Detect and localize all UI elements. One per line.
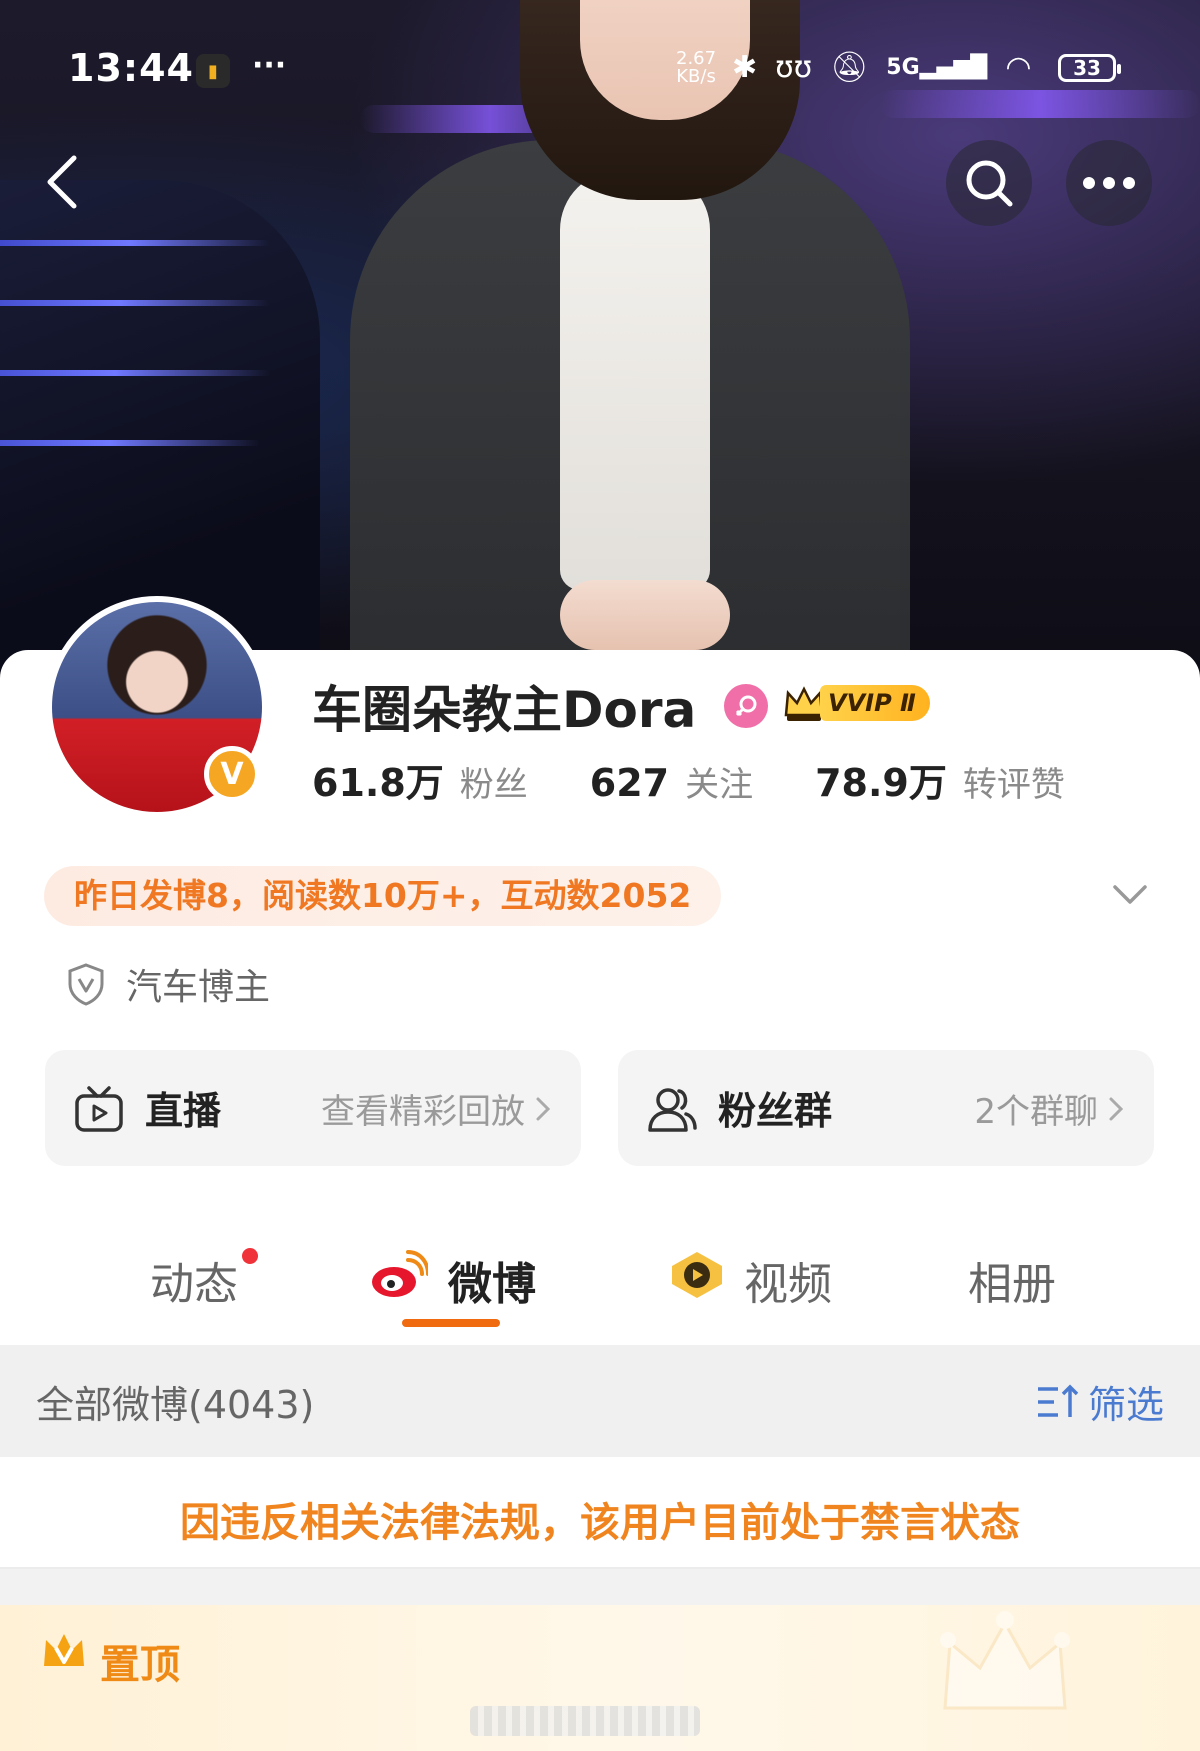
female-icon bbox=[724, 684, 768, 728]
person-hands bbox=[560, 580, 730, 650]
active-tab-indicator bbox=[402, 1319, 500, 1327]
battery-icon: 33 bbox=[1058, 54, 1121, 82]
stat-following[interactable]: 627 关注 bbox=[590, 757, 753, 806]
divider bbox=[0, 1569, 1200, 1605]
car-reflection bbox=[0, 440, 260, 446]
status-bar: 13:44 ▮ ··· 2.67 KB/s ✱ ʊʊ 🔕︎ 5G▂▄▆█ ◠ 3… bbox=[0, 40, 1200, 100]
verified-v-icon: V bbox=[204, 746, 260, 802]
unread-dot bbox=[242, 1248, 258, 1264]
stat-label: 关注 bbox=[685, 765, 754, 805]
stats-row: 61.8万 粉丝 627 关注 78.9万 转评赞 bbox=[312, 752, 1065, 807]
tab-video[interactable]: 视频 bbox=[744, 1248, 832, 1312]
crown-watermark-icon bbox=[940, 1611, 1070, 1710]
earbuds-icon: ʊʊ bbox=[775, 50, 813, 85]
fans-group-subtitle: 2个群聊 bbox=[974, 1092, 1098, 1132]
activity-summary: 昨日发博8，阅读数10万+，互动数2052 bbox=[44, 866, 722, 926]
chevron-right-icon bbox=[1109, 1097, 1124, 1121]
ban-notice: 因违反相关法律法规，该用户目前处于禁言状态 bbox=[180, 1500, 1020, 1546]
filter-icon bbox=[1038, 1384, 1079, 1417]
pinned-content-preview bbox=[470, 1706, 700, 1736]
car-reflection bbox=[0, 240, 270, 246]
car-reflection bbox=[0, 370, 270, 376]
vvip-badge[interactable]: VVIP Ⅱ bbox=[782, 680, 930, 726]
more-button[interactable] bbox=[1066, 140, 1152, 226]
car-reflection bbox=[0, 300, 270, 306]
bluetooth-icon: ✱ bbox=[732, 50, 758, 85]
back-button[interactable] bbox=[40, 150, 88, 214]
shield-v-icon bbox=[68, 963, 104, 1006]
more-icon bbox=[1083, 177, 1135, 189]
expand-button[interactable] bbox=[1112, 884, 1148, 906]
stat-number: 627 bbox=[589, 761, 670, 805]
chevron-down-icon bbox=[1113, 885, 1147, 904]
filter-label: 筛选 bbox=[1088, 1383, 1165, 1427]
app-notification-icon: ▮ bbox=[196, 54, 230, 88]
person-shirt bbox=[560, 170, 710, 590]
search-button[interactable] bbox=[946, 140, 1032, 226]
chevron-right-icon bbox=[536, 1097, 551, 1121]
pinned-label: 置顶 bbox=[100, 1642, 180, 1688]
stat-number: 78.9万 bbox=[815, 761, 947, 805]
video-icon bbox=[668, 1250, 726, 1304]
mute-icon: 🔕︎ bbox=[830, 50, 869, 85]
feed-section-title: 全部微博(4043) bbox=[36, 1383, 315, 1427]
group-icon bbox=[648, 1088, 697, 1132]
network-speed: 2.67 KB/s bbox=[676, 50, 716, 86]
tv-icon bbox=[75, 1086, 123, 1132]
pinned-crown-icon bbox=[44, 1634, 84, 1666]
speed-unit: KB/s bbox=[676, 66, 716, 87]
stat-fans[interactable]: 61.8万 粉丝 bbox=[312, 752, 528, 807]
search-icon bbox=[966, 160, 1013, 207]
profile-name: 车圈朵教主Dora bbox=[312, 681, 697, 739]
live-subtitle: 查看精彩回放 bbox=[321, 1092, 525, 1132]
stat-likes[interactable]: 78.9万 转评赞 bbox=[815, 752, 1065, 807]
status-icons: ✱ ʊʊ 🔕︎ 5G▂▄▆█ ◠ bbox=[732, 50, 1032, 85]
filter-button[interactable]: 筛选 bbox=[1036, 1374, 1164, 1429]
tab-weibo[interactable]: 微博 bbox=[448, 1248, 536, 1312]
stat-number: 61.8万 bbox=[312, 761, 444, 805]
signal-icon: 5G▂▄▆█ bbox=[886, 55, 988, 80]
vvip-label: VVIP Ⅱ bbox=[820, 685, 930, 721]
network-type: 5G bbox=[886, 55, 920, 80]
weibo-icon bbox=[370, 1250, 430, 1304]
fans-group-title: 粉丝群 bbox=[718, 1089, 833, 1133]
stat-label: 转评赞 bbox=[962, 765, 1065, 805]
stat-label: 粉丝 bbox=[459, 765, 528, 805]
back-icon bbox=[47, 155, 77, 209]
wifi-icon: ◠ bbox=[1005, 50, 1032, 85]
category-label: 汽车博主 bbox=[126, 967, 271, 1008]
clock: 13:44 bbox=[68, 46, 194, 90]
tab-dynamics[interactable]: 动态 bbox=[150, 1248, 238, 1312]
live-title: 直播 bbox=[145, 1089, 222, 1133]
cover-photo bbox=[0, 0, 1200, 680]
tab-album[interactable]: 相册 bbox=[968, 1248, 1056, 1312]
fans-group-card[interactable]: 粉丝群 2个群聊 bbox=[618, 1050, 1154, 1166]
more-notifications-icon: ··· bbox=[252, 48, 287, 83]
category-tag: 汽车博主 bbox=[66, 958, 270, 1010]
live-card[interactable]: 直播 查看精彩回放 bbox=[45, 1050, 581, 1166]
